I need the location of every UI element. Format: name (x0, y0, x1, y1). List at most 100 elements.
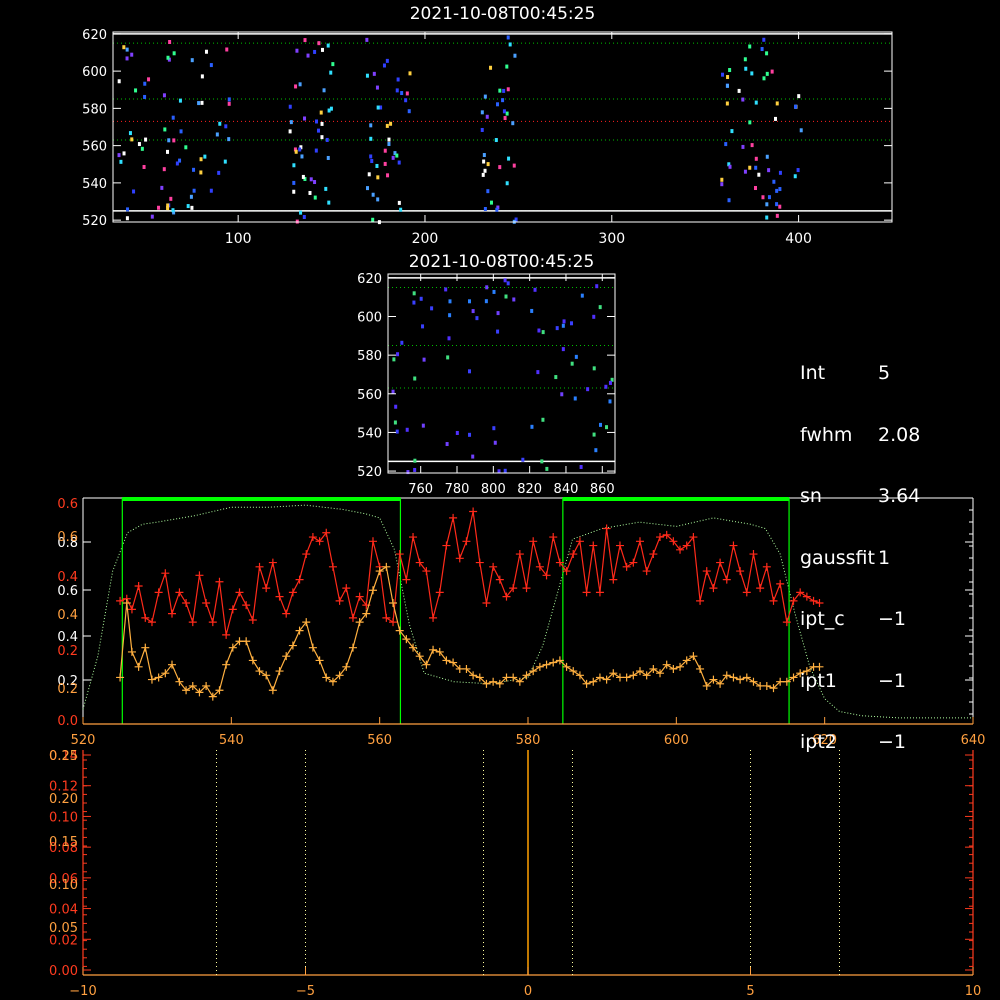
data-point (125, 47, 129, 52)
data-point (309, 177, 313, 182)
data-point (395, 429, 399, 434)
data-point (395, 153, 399, 158)
data-point (396, 77, 400, 82)
data-point (200, 74, 204, 79)
x-tick-label: 5 (746, 984, 754, 999)
data-point (503, 468, 507, 473)
x-tick-label: 560 (367, 733, 392, 748)
data-point (385, 123, 389, 128)
data-point (555, 326, 559, 331)
data-point (770, 69, 774, 74)
data-point (292, 189, 296, 194)
data-point (376, 175, 380, 180)
data-point (737, 88, 741, 93)
data-point (404, 98, 408, 103)
data-point (574, 354, 578, 359)
data-point (413, 467, 417, 472)
series-red-point (575, 537, 584, 546)
y-tick-label-orange: 0.15 (49, 835, 78, 850)
info-key: gaussfit (800, 546, 875, 569)
series-red-point (469, 507, 478, 516)
data-point (288, 129, 292, 134)
series-red-point (335, 596, 344, 605)
data-point (444, 287, 448, 292)
series-red-point (475, 558, 484, 567)
series-orange-point (288, 641, 297, 650)
series-red-point (342, 584, 351, 593)
series-red-point (208, 618, 217, 627)
data-point (190, 58, 194, 63)
data-point (209, 188, 213, 193)
series-red-point (409, 533, 418, 542)
data-point (289, 120, 293, 125)
data-point (324, 186, 328, 191)
data-point (748, 165, 752, 170)
data-point (748, 120, 752, 125)
data-point (329, 106, 333, 111)
y-tick-label-red: 0.04 (49, 903, 78, 918)
data-point (313, 180, 317, 185)
data-point (797, 94, 801, 99)
data-point (294, 149, 298, 154)
data-point (468, 299, 472, 304)
data-point (385, 58, 389, 63)
data-point (595, 284, 599, 289)
series-red-point (147, 618, 156, 627)
series-orange-point (315, 656, 324, 665)
x-tick-label: 600 (664, 733, 689, 748)
series-red-point (549, 533, 558, 542)
series-red-point (582, 588, 591, 597)
data-point (446, 355, 450, 360)
data-point (772, 179, 776, 184)
y-tick-label-orange: 0.05 (49, 921, 78, 936)
data-point (505, 111, 509, 116)
y-tick-label-orange: 0.25 (49, 749, 78, 764)
x-tick-label: 820 (517, 482, 542, 497)
series-red-point (127, 605, 136, 614)
data-point (314, 148, 318, 153)
x-tick-label: 800 (481, 482, 506, 497)
data-point (471, 309, 475, 314)
data-point (327, 200, 331, 205)
series-red-point (182, 598, 191, 607)
data-point (720, 177, 724, 182)
data-point (300, 154, 304, 159)
series-red-point (722, 575, 731, 584)
y-tick-label-orange: 0.6 (57, 530, 78, 545)
series-orange-point (268, 686, 277, 695)
data-point (313, 195, 317, 200)
data-point (160, 185, 164, 190)
series-red-point (455, 554, 464, 563)
info-value: 3.64 (878, 485, 921, 507)
series-orange-point (696, 664, 705, 673)
data-point (796, 168, 800, 173)
data-point (560, 392, 564, 397)
data-point (366, 186, 370, 191)
series-red-point (529, 537, 538, 546)
data-point (481, 172, 485, 177)
data-point (376, 197, 380, 202)
data-point (365, 73, 369, 78)
data-point (501, 98, 505, 103)
data-point (592, 314, 596, 319)
y-tick-label-red: 0.0 (57, 714, 78, 729)
series-red-point (649, 550, 658, 559)
data-point (200, 100, 204, 105)
series-red-point (195, 571, 204, 580)
data-point (762, 37, 766, 42)
data-point (761, 195, 765, 200)
data-point (192, 188, 196, 193)
data-point (167, 138, 171, 143)
series-red-point (308, 533, 317, 542)
series-red-point (756, 584, 765, 593)
data-point (561, 323, 565, 328)
data-point (799, 128, 803, 133)
data-point (492, 289, 496, 294)
series-orange-line (119, 565, 820, 698)
series-orange-point (248, 656, 257, 665)
x-tick-label: 780 (445, 482, 470, 497)
data-point (319, 110, 323, 115)
y-tick-label: 520 (82, 214, 107, 229)
data-point (750, 143, 754, 148)
data-point (455, 430, 459, 435)
